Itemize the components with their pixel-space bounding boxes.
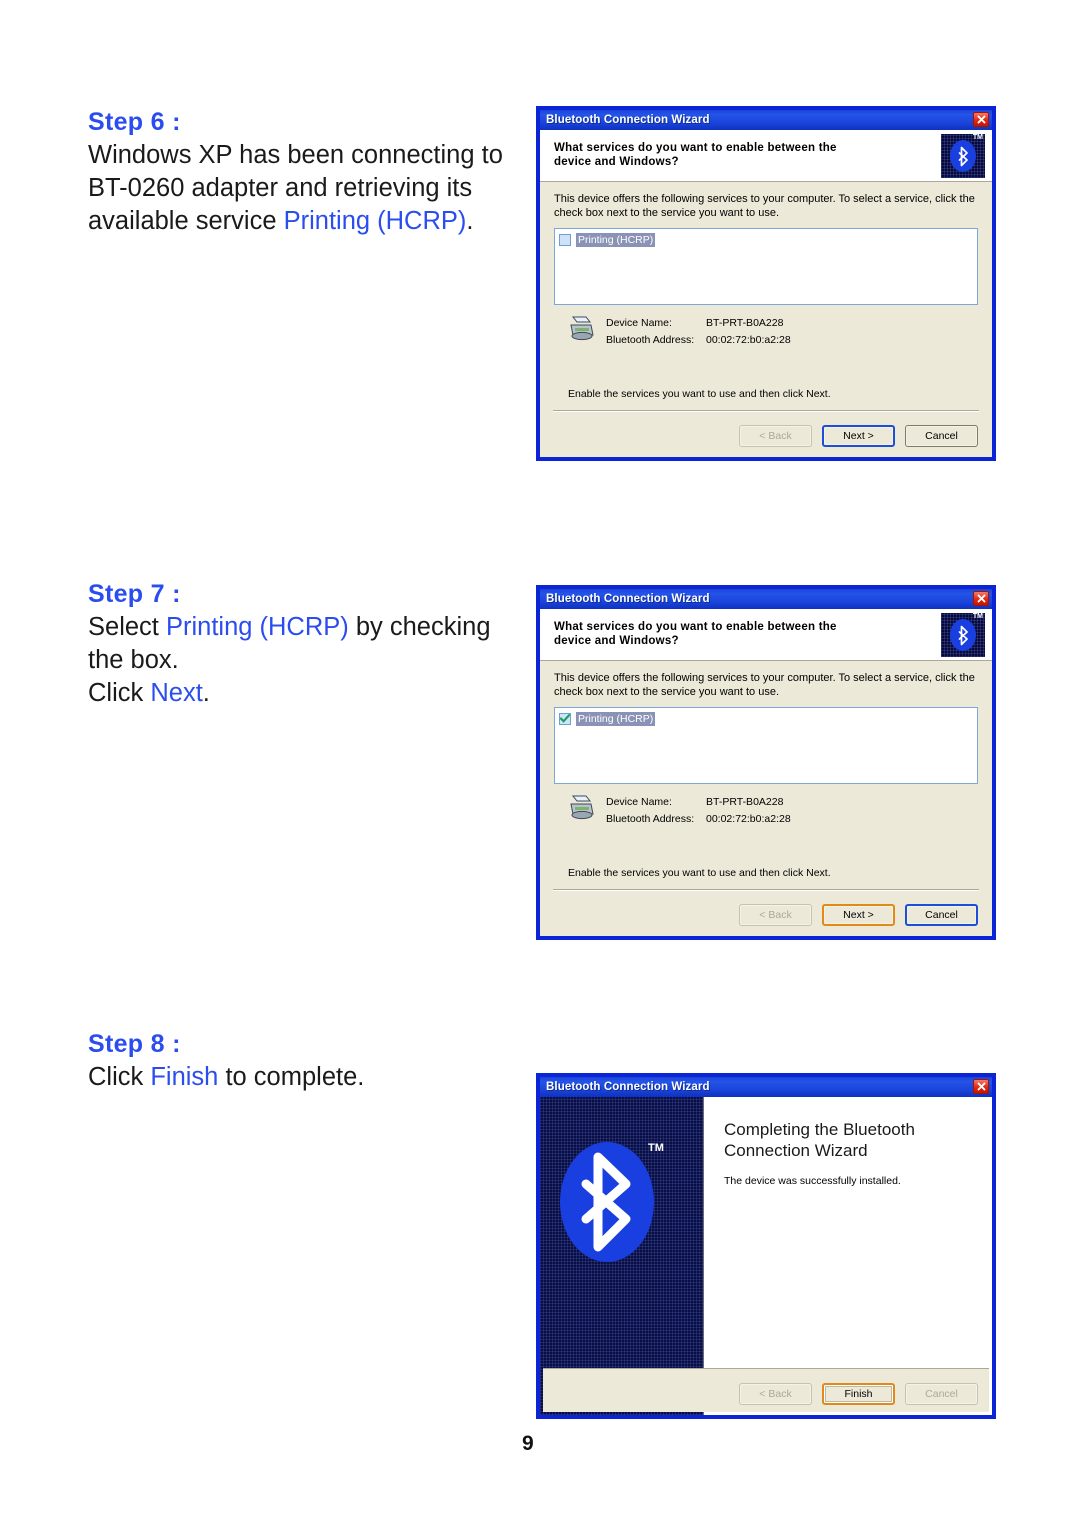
bluetooth-address-row: Bluetooth Address: 00:02:72:b0:a2:28	[606, 811, 791, 828]
wizard-hint: Enable the services you want to use and …	[568, 867, 831, 879]
back-button[interactable]: < Back	[739, 904, 812, 926]
device-name-value: BT-PRT-B0A228	[706, 795, 784, 808]
divider	[553, 889, 979, 891]
instruction-text: This device offers the following service…	[554, 672, 975, 699]
device-info-rows: Device Name: BT-PRT-B0A228 Bluetooth Add…	[606, 315, 791, 349]
divider	[553, 410, 979, 412]
dialog-services-checked[interactable]: Bluetooth Connection Wizard What service…	[537, 586, 995, 939]
device-name-row: Device Name: BT-PRT-B0A228	[606, 794, 791, 811]
completion-heading-line-2: Connection Wizard	[724, 1141, 868, 1161]
trademark-label: TM	[972, 134, 983, 141]
dialog-title: Bluetooth Connection Wizard	[546, 114, 710, 126]
step-7-line-1-post: by checking	[348, 612, 491, 641]
step-7-line-3-post: .	[202, 679, 210, 708]
service-label: Printing (HCRP)	[576, 711, 656, 726]
titlebar[interactable]: Bluetooth Connection Wizard	[540, 1077, 992, 1097]
dialog-body: This device offers the following service…	[540, 182, 992, 349]
instruction-text: This device offers the following service…	[554, 193, 975, 220]
banner-heading: What services do you want to enable betw…	[554, 620, 837, 647]
wizard-banner: What services do you want to enable betw…	[540, 130, 992, 182]
bluetooth-address-row: Bluetooth Address: 00:02:72:b0:a2:28	[606, 332, 791, 349]
dialog-title: Bluetooth Connection Wizard	[546, 593, 710, 605]
wizard-hint: Enable the services you want to use and …	[568, 388, 831, 400]
service-checkbox-unchecked[interactable]	[559, 233, 571, 246]
bluetooth-logo-icon: TM	[941, 134, 985, 178]
step-6-text-block: Step 6 : Windows XP has been connecting …	[88, 108, 528, 238]
back-button[interactable]: < Back	[739, 1383, 812, 1405]
step-6-body: Windows XP has been connecting to BT-026…	[88, 139, 528, 238]
titlebar[interactable]: Bluetooth Connection Wizard	[540, 589, 992, 609]
page-number: 9	[522, 1432, 534, 1455]
step-7-text-block: Step 7 : Select Printing (HCRP) by check…	[88, 580, 528, 710]
service-checkbox-checked[interactable]	[559, 712, 571, 725]
step-6-line-2: BT-0260 adapter and retrieving its	[88, 173, 473, 202]
device-name-value: BT-PRT-B0A228	[706, 316, 784, 329]
cancel-button[interactable]: Cancel	[905, 1383, 978, 1405]
dialog-services-unchecked[interactable]: Bluetooth Connection Wizard What service…	[537, 107, 995, 460]
printer-icon	[566, 315, 596, 347]
step-8-line-1-post: to complete.	[218, 1062, 365, 1091]
dialog-body: This device offers the following service…	[540, 661, 992, 828]
step-8-body: Click Finish to complete.	[88, 1061, 528, 1094]
bluetooth-rune-icon	[958, 625, 968, 645]
step-7-next-highlight: Next	[150, 679, 203, 708]
step-6-service-highlight: Printing (HCRP)	[283, 207, 467, 236]
bluetooth-logo-large-icon	[560, 1139, 654, 1265]
button-row: < Back Next > Cancel	[739, 425, 978, 447]
dialog-completion[interactable]: Bluetooth Connection Wizard TM Completin…	[537, 1074, 995, 1418]
service-label: Printing (HCRP)	[576, 232, 656, 247]
completion-heading: Completing the Bluetooth Connection Wiza…	[724, 1119, 974, 1162]
step-6-line-3-post: .	[466, 207, 474, 236]
step-7-line-3-pre: Click	[88, 679, 151, 708]
step-6-heading: Step 6 :	[88, 108, 181, 136]
service-list-item[interactable]: Printing (HCRP)	[559, 232, 973, 247]
step-6-line-3-pre: available service	[88, 207, 284, 236]
completion-heading-line-1: Completing the Bluetooth	[724, 1120, 915, 1139]
back-button[interactable]: < Back	[739, 425, 812, 447]
device-info: Device Name: BT-PRT-B0A228 Bluetooth Add…	[554, 794, 978, 828]
step-8-finish-highlight: Finish	[150, 1062, 219, 1091]
device-name-row: Device Name: BT-PRT-B0A228	[606, 315, 791, 332]
bluetooth-address-label: Bluetooth Address:	[606, 812, 695, 825]
dialog-title: Bluetooth Connection Wizard	[546, 1081, 710, 1093]
manual-page: Step 6 : Windows XP has been connecting …	[0, 0, 1080, 1528]
trademark-label: TM	[972, 613, 983, 620]
printer-icon	[566, 794, 596, 826]
next-button[interactable]: Next >	[822, 904, 895, 926]
cancel-button[interactable]: Cancel	[905, 904, 978, 926]
step-7-heading: Step 7 :	[88, 580, 181, 608]
step-6-line-1: Windows XP has been connecting to	[88, 140, 503, 169]
device-info-rows: Device Name: BT-PRT-B0A228 Bluetooth Add…	[606, 794, 791, 828]
button-row: < Back Next > Cancel	[739, 904, 978, 926]
titlebar[interactable]: Bluetooth Connection Wizard	[540, 110, 992, 130]
step-7-service-highlight: Printing (HCRP)	[165, 612, 349, 641]
close-icon[interactable]	[973, 591, 989, 606]
bluetooth-address-value: 00:02:72:b0:a2:28	[706, 333, 791, 346]
cancel-button[interactable]: Cancel	[905, 425, 978, 447]
close-icon[interactable]	[973, 1079, 989, 1094]
service-list-item[interactable]: Printing (HCRP)	[559, 711, 973, 726]
step-8-line-1-pre: Click	[88, 1062, 151, 1091]
bluetooth-address-value: 00:02:72:b0:a2:28	[706, 812, 791, 825]
bluetooth-rune-icon	[958, 146, 968, 166]
device-name-label: Device Name:	[606, 316, 672, 329]
step-7-body: Select Printing (HCRP) by checking the b…	[88, 611, 528, 710]
next-button[interactable]: Next >	[822, 425, 895, 447]
bluetooth-logo-icon: TM	[941, 613, 985, 657]
services-list[interactable]: Printing (HCRP)	[554, 227, 978, 305]
banner-heading: What services do you want to enable betw…	[554, 141, 837, 168]
step-8-heading: Step 8 :	[88, 1030, 181, 1058]
wizard-banner: What services do you want to enable betw…	[540, 609, 992, 661]
button-row: < Back Finish Cancel	[739, 1383, 978, 1405]
bluetooth-address-label: Bluetooth Address:	[606, 333, 695, 346]
completion-subtext: The device was successfully installed.	[724, 1174, 901, 1187]
close-icon[interactable]	[973, 112, 989, 127]
services-list[interactable]: Printing (HCRP)	[554, 706, 978, 784]
finish-button[interactable]: Finish	[822, 1383, 895, 1405]
step-8-text-block: Step 8 : Click Finish to complete.	[88, 1030, 528, 1094]
device-name-label: Device Name:	[606, 795, 672, 808]
device-info: Device Name: BT-PRT-B0A228 Bluetooth Add…	[554, 315, 978, 349]
step-7-line-1-pre: Select	[88, 612, 166, 641]
step-7-line-2: the box.	[88, 645, 179, 674]
